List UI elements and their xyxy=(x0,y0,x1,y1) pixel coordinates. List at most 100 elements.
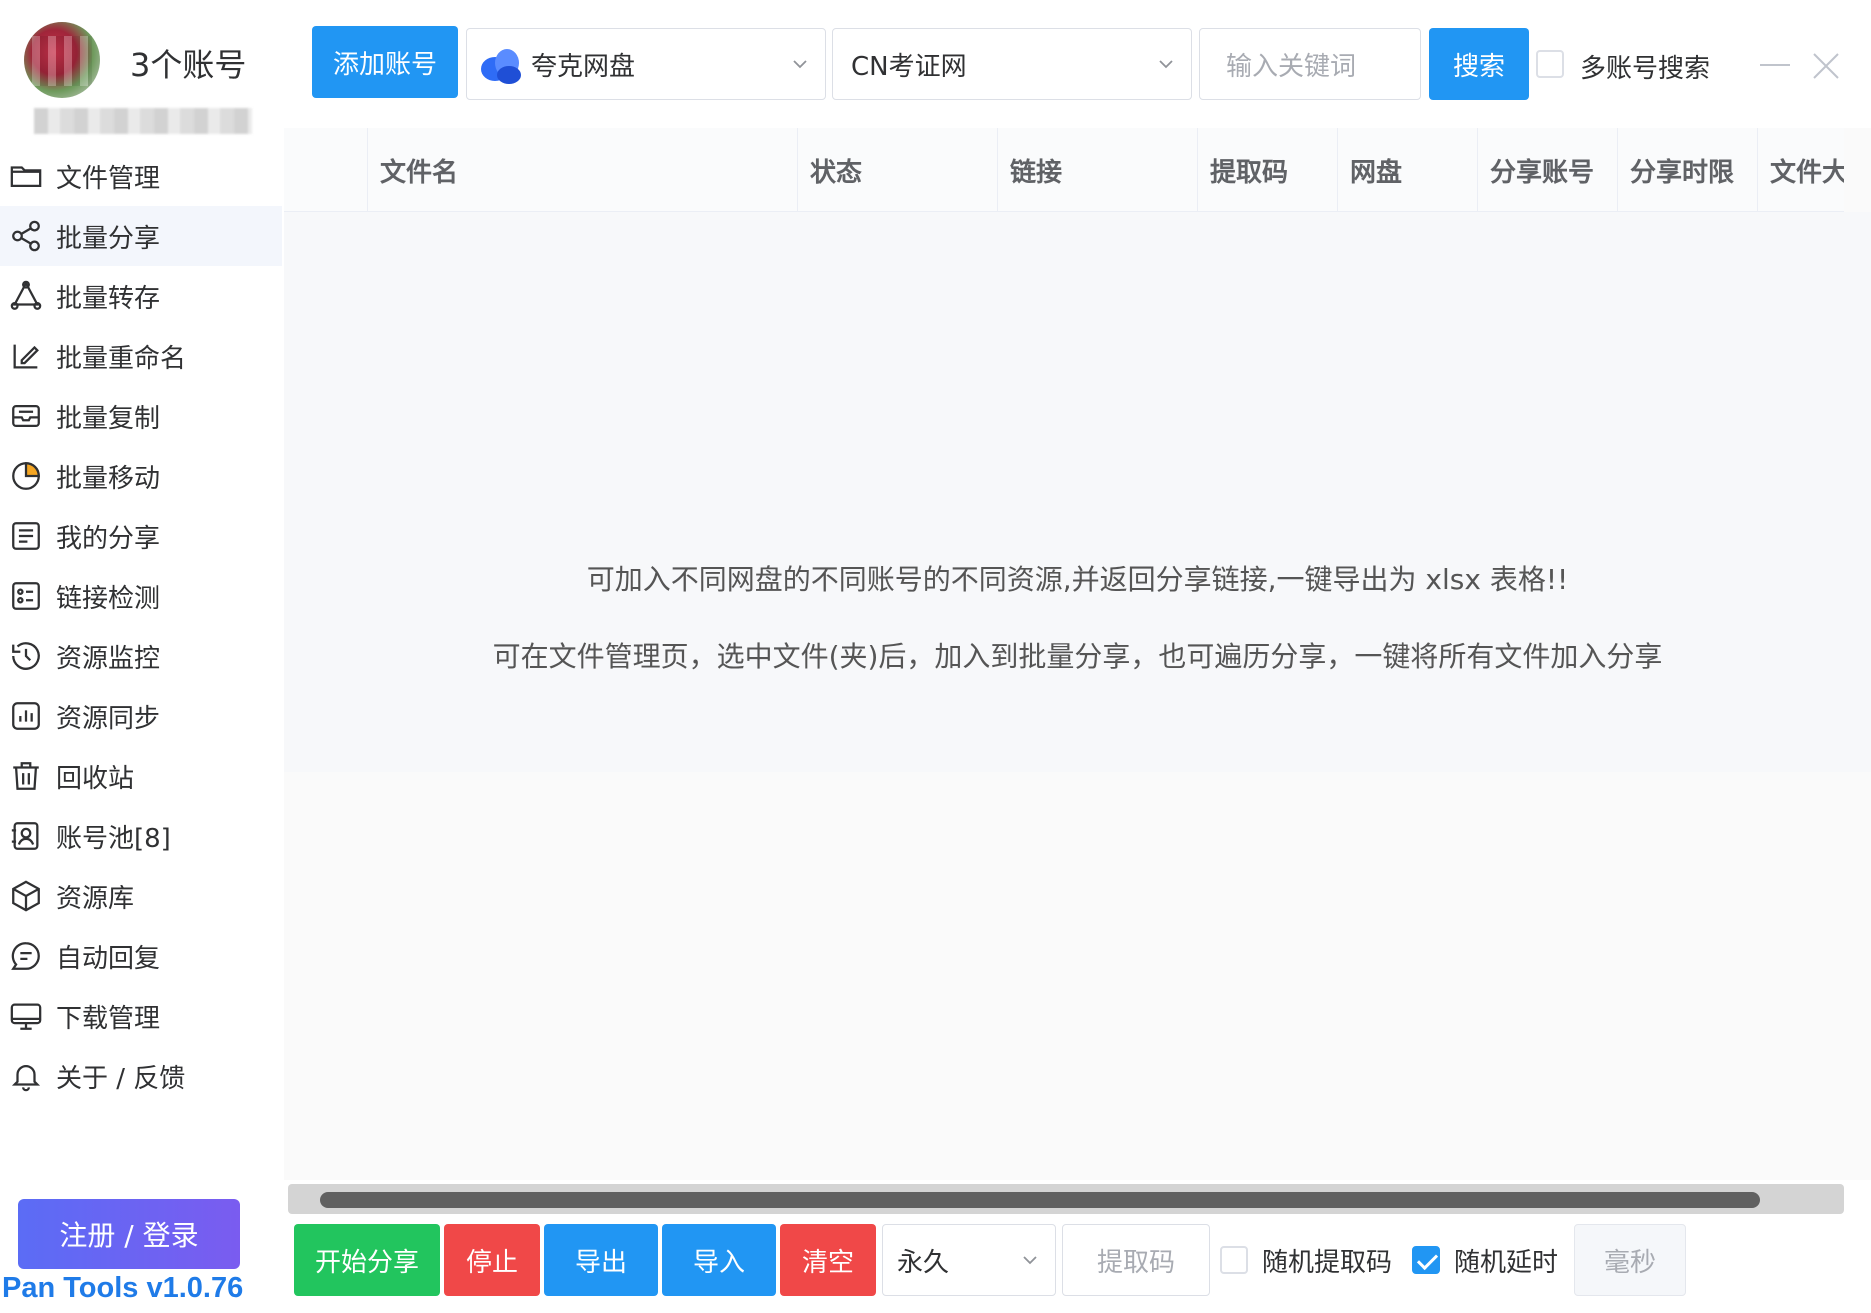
column-header[interactable]: 提取码 xyxy=(1198,128,1338,212)
random-code-label[interactable]: 随机提取码 xyxy=(1262,1242,1392,1279)
export-button[interactable]: 导出 xyxy=(544,1224,658,1296)
transfer-icon xyxy=(4,274,48,318)
copy-icon xyxy=(4,394,48,438)
account-pool-icon xyxy=(4,814,48,858)
sidebar-item-batch-copy[interactable]: 批量复制 xyxy=(0,386,282,446)
sidebar: 3个账号 文件管理 批量分享 批量转存 批量重命名 批量复制 批量移动 我的分享… xyxy=(0,0,282,1313)
monitor-icon xyxy=(4,634,48,678)
sidebar-item-label: 批量复制 xyxy=(56,403,161,434)
expiry-select-value: 永久 xyxy=(897,1247,950,1278)
profile-section: 3个账号 xyxy=(0,0,282,160)
random-delay-label[interactable]: 随机延时 xyxy=(1454,1242,1558,1279)
share-table: 文件名 状态 链接 提取码 网盘 分享账号 分享时限 文件大 可加入不同网盘的不… xyxy=(284,128,1871,1180)
toolbar: 添加账号 夸克网盘 CN考证网 输入关键词 搜索 多账号搜索 xyxy=(282,0,1871,130)
close-icon[interactable] xyxy=(1808,48,1844,84)
sidebar-item-label: 回收站 xyxy=(56,763,135,794)
import-button[interactable]: 导入 xyxy=(662,1224,776,1296)
sidebar-item-download-manage[interactable]: 下载管理 xyxy=(0,986,282,1046)
share-icon xyxy=(4,214,48,258)
chevron-down-icon xyxy=(1159,60,1173,69)
chevron-down-icon xyxy=(1023,1256,1037,1265)
column-header[interactable]: 文件大 xyxy=(1758,128,1844,212)
rename-icon xyxy=(4,334,48,378)
sidebar-item-batch-share[interactable]: 批量分享 xyxy=(0,206,282,266)
pan-select[interactable]: 夸克网盘 xyxy=(466,28,826,100)
column-header-select[interactable] xyxy=(284,128,368,212)
sync-icon xyxy=(4,694,48,738)
sidebar-item-label: 资源监控 xyxy=(56,643,161,674)
extract-code-input[interactable]: 提取码 xyxy=(1062,1224,1210,1296)
multi-account-search-checkbox[interactable] xyxy=(1536,50,1564,78)
sidebar-item-label: 批量移动 xyxy=(56,463,161,494)
app-version: Pan Tools v1.0.76 xyxy=(2,1272,244,1304)
folder-icon xyxy=(4,154,48,198)
auto-reply-icon xyxy=(4,934,48,978)
avatar[interactable] xyxy=(24,22,100,98)
link-check-icon xyxy=(4,574,48,618)
sidebar-item-resource-library[interactable]: 资源库 xyxy=(0,866,282,926)
random-code-checkbox[interactable] xyxy=(1220,1246,1248,1274)
sidebar-item-link-check[interactable]: 链接检测 xyxy=(0,566,282,626)
table-body xyxy=(284,212,1871,772)
login-register-button[interactable]: 注册 / 登录 xyxy=(18,1199,240,1269)
clear-button[interactable]: 清空 xyxy=(780,1224,876,1296)
chevron-down-icon xyxy=(793,60,807,69)
column-header[interactable]: 网盘 xyxy=(1338,128,1478,212)
random-delay-checkbox[interactable] xyxy=(1412,1246,1440,1274)
pan-select-value: 夸克网盘 xyxy=(531,51,636,82)
sidebar-item-label: 文件管理 xyxy=(56,163,161,194)
sidebar-item-account-pool[interactable]: 账号池[8] xyxy=(0,806,282,866)
sidebar-item-label: 资源同步 xyxy=(56,703,161,734)
column-header[interactable]: 链接 xyxy=(998,128,1198,212)
sidebar-item-label: 批量分享 xyxy=(56,223,161,254)
sidebar-item-recycle-bin[interactable]: 回收站 xyxy=(0,746,282,806)
empty-hint-line: 可在文件管理页，选中文件(夹)后，加入到批量分享，也可遍历分享，一键将所有文件加… xyxy=(492,640,1663,673)
sidebar-item-label: 下载管理 xyxy=(56,1003,161,1034)
column-header[interactable]: 状态 xyxy=(798,128,998,212)
sidebar-item-label: 链接检测 xyxy=(56,583,161,614)
search-input[interactable]: 输入关键词 xyxy=(1199,28,1421,100)
sidebar-item-batch-transfer[interactable]: 批量转存 xyxy=(0,266,282,326)
sidebar-item-resource-sync[interactable]: 资源同步 xyxy=(0,686,282,746)
empty-hint-line: 可加入不同网盘的不同账号的不同资源,并返回分享链接,一键导出为 xlsx 表格!… xyxy=(586,563,1569,596)
my-share-icon xyxy=(4,514,48,558)
column-header[interactable]: 分享时限 xyxy=(1618,128,1758,212)
column-header[interactable]: 分享账号 xyxy=(1478,128,1618,212)
sidebar-item-label: 我的分享 xyxy=(56,523,161,554)
account-count: 3个账号 xyxy=(130,46,247,84)
delay-ms-input[interactable]: 毫秒 xyxy=(1574,1224,1686,1296)
sidebar-item-label: 关于 / 反馈 xyxy=(56,1063,186,1094)
sidebar-item-label: 资源库 xyxy=(56,883,135,914)
sidebar-item-resource-monitor[interactable]: 资源监控 xyxy=(0,626,282,686)
sidebar-item-file-manage[interactable]: 文件管理 xyxy=(0,146,282,206)
minimize-window-icon[interactable] xyxy=(1760,64,1790,66)
download-icon xyxy=(4,994,48,1038)
column-header[interactable]: 文件名 xyxy=(368,128,798,212)
quark-cloud-icon xyxy=(481,49,521,84)
account-select[interactable]: CN考证网 xyxy=(832,28,1192,100)
expiry-select[interactable]: 永久 xyxy=(882,1224,1056,1296)
search-button[interactable]: 搜索 xyxy=(1429,28,1529,100)
sidebar-item-batch-move[interactable]: 批量移动 xyxy=(0,446,282,506)
multi-account-search-label[interactable]: 多账号搜索 xyxy=(1580,48,1710,85)
trash-icon xyxy=(4,754,48,798)
add-account-button[interactable]: 添加账号 xyxy=(312,26,458,98)
bell-icon xyxy=(4,1054,48,1098)
horizontal-scrollbar[interactable] xyxy=(288,1184,1844,1214)
sidebar-item-my-share[interactable]: 我的分享 xyxy=(0,506,282,566)
move-icon xyxy=(4,454,48,498)
sidebar-item-label: 批量重命名 xyxy=(56,343,187,374)
sidebar-item-label: 自动回复 xyxy=(56,943,161,974)
sidebar-item-label: 账号池[8] xyxy=(56,823,171,854)
sidebar-menu: 文件管理 批量分享 批量转存 批量重命名 批量复制 批量移动 我的分享 链接检测… xyxy=(0,146,282,1106)
account-name-blurred xyxy=(34,108,252,134)
sidebar-item-about-feedback[interactable]: 关于 / 反馈 xyxy=(0,1046,282,1106)
table-header: 文件名 状态 链接 提取码 网盘 分享账号 分享时限 文件大 xyxy=(284,128,1844,212)
sidebar-item-batch-rename[interactable]: 批量重命名 xyxy=(0,326,282,386)
start-share-button[interactable]: 开始分享 xyxy=(294,1224,440,1296)
account-select-value: CN考证网 xyxy=(851,51,967,82)
stop-button[interactable]: 停止 xyxy=(444,1224,540,1296)
sidebar-item-label: 批量转存 xyxy=(56,283,161,314)
sidebar-item-auto-reply[interactable]: 自动回复 xyxy=(0,926,282,986)
scrollbar-thumb[interactable] xyxy=(320,1192,1760,1208)
